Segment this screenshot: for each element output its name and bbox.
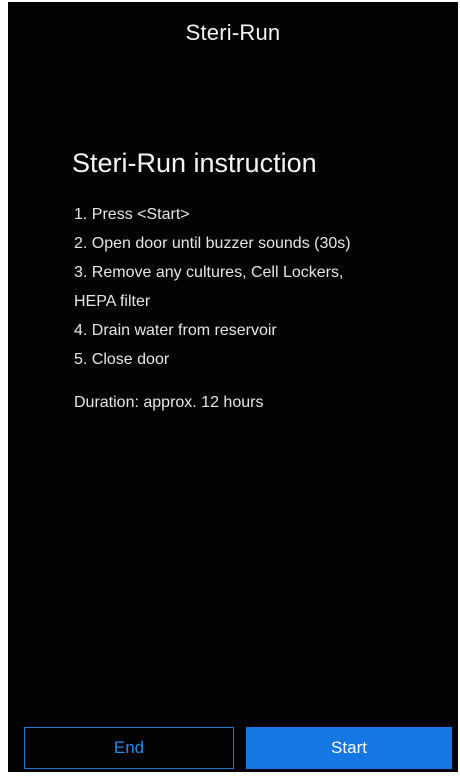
end-button-label: End — [113, 738, 145, 757]
step-item-continuation: HEPA filter — [74, 293, 151, 310]
duration-text: Duration: approx. 12 hours — [74, 394, 264, 411]
instruction-heading: Steri-Run instruction — [72, 148, 317, 178]
end-button[interactable]: End — [24, 727, 234, 769]
step-item: 4. Drain water from reservoir — [74, 322, 277, 339]
step-item: 2. Open door until buzzer sounds (30s) — [74, 235, 351, 252]
step-item: 5. Close door — [74, 351, 170, 368]
step-item: 1. Press <Start> — [74, 206, 190, 223]
instruction-steps: 1. Press <Start> 2. Open door until buzz… — [74, 200, 444, 374]
start-button-label: Start — [331, 738, 367, 757]
step-item: 3. Remove any cultures, Cell Lockers, — [74, 264, 344, 281]
device-screen: Steri-Run Steri-Run instruction 1. Press… — [8, 2, 458, 772]
start-button[interactable]: Start — [246, 727, 452, 769]
screen-title: Steri-Run — [185, 20, 281, 45]
